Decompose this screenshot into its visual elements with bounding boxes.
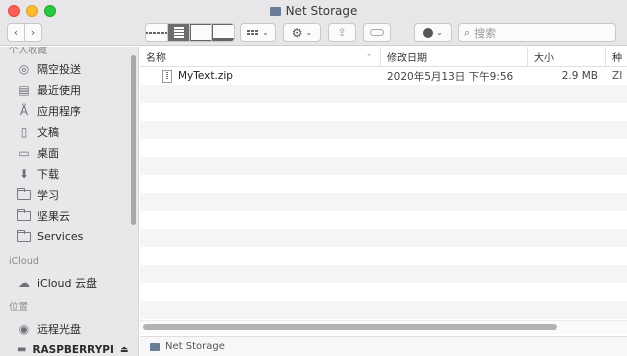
- folder-icon: [17, 229, 31, 242]
- sidebar-item-nutstore[interactable]: 坚果云: [0, 205, 138, 226]
- empty-row: [140, 265, 627, 283]
- desktop-icon: ▭: [18, 145, 30, 160]
- title-bar: Net Storage ‹ › ⌄ ⚙ ⌄ ⇪ ⌄ ⌕ 搜索: [0, 0, 627, 46]
- sidebar-section-header: 位置: [9, 302, 29, 313]
- recents-icon: ▤: [18, 82, 30, 97]
- eject-icon[interactable]: ⏏: [120, 345, 129, 355]
- sidebar-item-services[interactable]: Services: [0, 226, 138, 247]
- airdrop-icon: ◎: [18, 61, 30, 76]
- network-drive-icon: [269, 7, 281, 16]
- search-input[interactable]: ⌕ 搜索: [458, 23, 616, 42]
- sidebar-item-desktop[interactable]: ▭ 桌面: [0, 142, 138, 163]
- icon-view-icon: [146, 24, 168, 41]
- sidebar-item-recents[interactable]: ▤ 最近使用: [0, 79, 138, 100]
- forward-button[interactable]: ›: [24, 23, 42, 42]
- list-view-icon: [168, 24, 189, 41]
- sidebar-item-study[interactable]: 学习: [0, 184, 138, 205]
- gear-icon: ⚙: [291, 25, 303, 40]
- list-view-button[interactable]: [168, 24, 190, 41]
- horizontal-scrollbar[interactable]: [143, 324, 557, 330]
- view-mode-selector: [145, 23, 235, 42]
- empty-row: [140, 229, 627, 247]
- sidebar-item-airdrop[interactable]: ◎ 隔空投送: [0, 58, 138, 79]
- empty-row: [140, 283, 627, 301]
- sidebar-scrollbar[interactable]: [131, 55, 136, 225]
- column-header-size[interactable]: 大小: [528, 47, 606, 67]
- column-view-button[interactable]: [190, 24, 212, 41]
- file-size: 2.9 MB: [561, 70, 598, 82]
- sidebar-item-applications[interactable]: Å 应用程序: [0, 100, 138, 121]
- column-view-icon: [190, 24, 211, 41]
- chevron-right-icon: ›: [30, 26, 36, 39]
- gallery-view-button[interactable]: [212, 24, 234, 41]
- file-kind: ZI: [612, 70, 623, 82]
- file-rows: MyText.zip 2020年5月13日 下午9:56 2.9 MB ZI: [140, 67, 627, 337]
- account-icon: [423, 27, 434, 38]
- empty-row: [140, 301, 627, 319]
- sidebar-section-header: iCloud: [9, 256, 39, 267]
- action-menu-button[interactable]: ⚙ ⌄: [283, 23, 321, 42]
- empty-row: [140, 85, 627, 103]
- sidebar-section-header: 个人收藏: [9, 47, 48, 56]
- disc-icon: ◉: [18, 321, 30, 336]
- chevron-left-icon: ‹: [13, 26, 19, 39]
- zip-file-icon: [162, 69, 172, 83]
- empty-row: [140, 103, 627, 121]
- group-by-button[interactable]: ⌄: [240, 23, 276, 42]
- file-name: MyText.zip: [178, 70, 233, 82]
- sidebar-item-raspberrypi[interactable]: ▬ RASPBERRYPI ⏏: [0, 339, 138, 356]
- empty-row: [140, 157, 627, 175]
- file-list: 名称 ⌃ 修改日期 大小 种 MyText.zip 2020年5月13日 下午9…: [140, 47, 627, 337]
- icon-view-button[interactable]: [146, 24, 168, 41]
- sort-ascending-icon: ⌃: [366, 52, 372, 61]
- group-icon: [247, 30, 259, 35]
- share-button[interactable]: ⇪: [328, 23, 356, 42]
- path-bar: Net Storage: [140, 336, 627, 356]
- table-row[interactable]: MyText.zip 2020年5月13日 下午9:56 2.9 MB ZI: [140, 67, 627, 85]
- window-title: Net Storage: [0, 4, 627, 18]
- back-button[interactable]: ‹: [7, 23, 25, 42]
- network-drive-icon: [150, 342, 160, 351]
- sidebar-item-downloads[interactable]: ⬇ 下载: [0, 163, 138, 184]
- sidebar: 个人收藏 ◎ 隔空投送 ▤ 最近使用 Å 应用程序 ▯ 文稿 ▭ 桌面 ⬇ 下载…: [0, 47, 139, 356]
- chevron-down-icon: ⌄: [436, 28, 443, 37]
- sidebar-item-icloud-drive[interactable]: ☁ iCloud 云盘: [0, 272, 138, 293]
- sidebar-item-remote-disc[interactable]: ◉ 远程光盘: [0, 318, 138, 339]
- column-header-kind[interactable]: 种: [606, 47, 627, 67]
- applications-icon: Å: [19, 103, 29, 118]
- column-header-name[interactable]: 名称 ⌃: [140, 47, 381, 67]
- file-date: 2020年5月13日 下午9:56: [387, 70, 514, 83]
- chevron-down-icon: ⌄: [262, 28, 269, 37]
- column-header-date[interactable]: 修改日期: [381, 47, 528, 67]
- downloads-icon: ⬇: [18, 166, 30, 181]
- empty-row: [140, 175, 627, 193]
- search-icon: ⌕: [464, 25, 471, 39]
- empty-row: [140, 211, 627, 229]
- path-bar-item[interactable]: Net Storage: [165, 341, 225, 352]
- empty-row: [140, 139, 627, 157]
- empty-row: [140, 247, 627, 265]
- share-icon: ⇪: [337, 26, 347, 39]
- account-button[interactable]: ⌄: [414, 23, 452, 42]
- network-drive-icon: ▬: [17, 344, 27, 355]
- empty-row: [140, 193, 627, 211]
- folder-icon: [17, 208, 31, 221]
- documents-icon: ▯: [20, 124, 28, 139]
- sidebar-item-documents[interactable]: ▯ 文稿: [0, 121, 138, 142]
- tag-icon: [370, 29, 384, 36]
- cloud-icon: ☁: [18, 275, 30, 290]
- column-header-row: 名称 ⌃ 修改日期 大小 种: [140, 47, 627, 67]
- chevron-down-icon: ⌄: [305, 28, 313, 37]
- gallery-view-icon: [212, 24, 234, 41]
- tag-button[interactable]: [363, 23, 391, 42]
- folder-icon: [17, 187, 31, 200]
- empty-row: [140, 121, 627, 139]
